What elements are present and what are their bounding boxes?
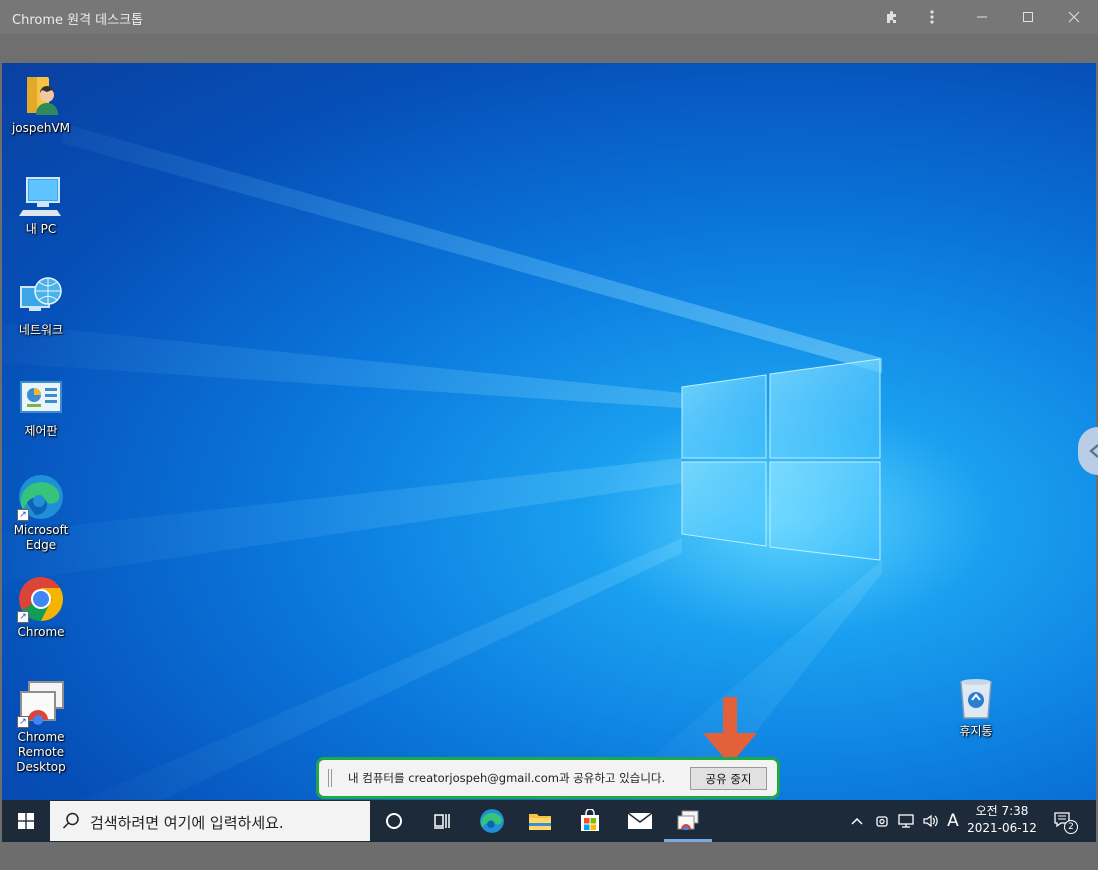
clock-date: 2021-06-12: [967, 821, 1037, 835]
toolbar-strip: [0, 34, 1098, 62]
taskbar-mail-button[interactable]: [616, 800, 664, 842]
remote-desktop-window: Chrome 원격 데스크톱 jospehVM 내 PC 네트워크 제어판 ↗ …: [0, 0, 1098, 870]
taskbar: 검색하려면 여기에 입력하세요. A 오전 7:38 2021-06-12 2: [2, 800, 1096, 842]
user-folder-icon: [17, 71, 65, 119]
network-status-button[interactable]: [896, 800, 916, 842]
maximize-button[interactable]: [1006, 0, 1050, 34]
desktop-icon-control-panel[interactable]: 제어판: [3, 374, 79, 439]
more-vertical-icon: [930, 10, 934, 24]
taskbar-chrome-remote-desktop-button[interactable]: [664, 800, 712, 842]
show-hidden-icons-button[interactable]: [848, 800, 866, 842]
icon-label: jospehVM: [11, 121, 71, 135]
notification-count-badge: 2: [1064, 820, 1078, 834]
stop-sharing-button[interactable]: 공유 중지: [690, 767, 767, 790]
camera-icon: [876, 816, 888, 827]
window-title: Chrome 원격 데스크톱: [12, 13, 144, 28]
drag-grip-icon[interactable]: [328, 769, 332, 787]
wallpaper-light-rays: [2, 123, 882, 800]
search-placeholder: 검색하려면 여기에 입력하세요.: [90, 814, 284, 832]
minimize-icon: [977, 16, 987, 18]
minimize-button[interactable]: [960, 0, 1004, 34]
remote-desktop-screen[interactable]: jospehVM 내 PC 네트워크 제어판 ↗ Microsoft Edge …: [2, 63, 1096, 800]
shortcut-arrow-icon: ↗: [17, 509, 29, 521]
chevron-left-icon: [1089, 444, 1098, 458]
action-center-button[interactable]: 2: [1050, 800, 1078, 842]
chrome-remote-desktop-icon: [677, 810, 699, 830]
edge-icon: [480, 809, 504, 833]
desktop-icon-user-folder[interactable]: jospehVM: [3, 71, 79, 136]
task-view-icon: [434, 814, 450, 829]
extensions-button[interactable]: [870, 0, 914, 34]
maximize-icon: [1023, 12, 1033, 22]
sharing-notification-bar: 내 컴퓨터를 creatorjospeh@gmail.com과 공유하고 있습니…: [316, 757, 780, 799]
cortana-circle-icon: [386, 813, 402, 829]
folder-icon: [529, 814, 551, 830]
close-button[interactable]: [1052, 0, 1096, 34]
edge-icon: ↗: [17, 473, 65, 521]
windows-start-icon: [18, 813, 34, 829]
windows-logo-wallpaper: [681, 358, 881, 561]
icon-label: 내 PC: [25, 222, 57, 236]
desktop-icon-network[interactable]: 네트워크: [3, 273, 79, 338]
icon-label: 제어판: [24, 424, 58, 438]
icon-label: 휴지통: [959, 724, 993, 738]
meet-now-button[interactable]: [872, 800, 892, 842]
cortana-button[interactable]: [370, 800, 418, 842]
ime-indicator[interactable]: A: [944, 800, 962, 842]
icon-label: Microsoft Edge: [13, 523, 69, 552]
taskbar-store-button[interactable]: [566, 800, 614, 842]
chrome-remote-desktop-icon: ↗: [17, 680, 65, 728]
volume-button[interactable]: [920, 800, 942, 842]
desktop-icon-chrome[interactable]: ↗ Chrome: [3, 575, 79, 640]
desktop-icon-chrome-remote-desktop[interactable]: ↗ Chrome Remote Desktop: [3, 680, 79, 775]
taskbar-edge-button[interactable]: [468, 800, 516, 842]
shortcut-arrow-icon: ↗: [17, 611, 29, 623]
close-icon: [1068, 11, 1080, 23]
title-bar: Chrome 원격 데스크톱: [0, 0, 1098, 34]
network-icon: [898, 814, 914, 828]
sharing-message: 내 컴퓨터를 creatorjospeh@gmail.com과 공유하고 있습니…: [348, 771, 666, 785]
computer-icon: [17, 172, 65, 220]
store-bag-icon: [581, 809, 599, 831]
taskbar-search-box[interactable]: 검색하려면 여기에 입력하세요.: [50, 801, 370, 841]
icon-label: Chrome Remote Desktop: [16, 730, 66, 774]
icon-label: 네트워크: [18, 323, 64, 337]
icon-label: Chrome: [17, 625, 65, 639]
speaker-icon: [923, 814, 938, 828]
chevron-up-icon: [851, 817, 863, 825]
shortcut-arrow-icon: ↗: [17, 716, 29, 728]
mail-icon: [627, 812, 653, 829]
recycle-bin-icon: [952, 674, 1000, 722]
task-view-button[interactable]: [418, 800, 466, 842]
desktop-icon-this-pc[interactable]: 내 PC: [3, 172, 79, 237]
start-button[interactable]: [2, 800, 50, 842]
chrome-icon: ↗: [17, 575, 65, 623]
search-icon: [62, 812, 79, 829]
desktop-icon-recycle-bin[interactable]: 휴지통: [938, 674, 1014, 739]
orange-down-arrow-annotation: [703, 697, 757, 765]
control-panel-icon: [17, 374, 65, 422]
network-globe-icon: [17, 273, 65, 321]
window-bottom-strip: [0, 842, 1098, 870]
desktop-icon-edge[interactable]: ↗ Microsoft Edge: [3, 473, 79, 553]
taskbar-clock[interactable]: 오전 7:38 2021-06-12: [964, 803, 1040, 837]
taskbar-file-explorer-button[interactable]: [516, 800, 564, 842]
menu-button[interactable]: [910, 0, 954, 34]
clock-time: 오전 7:38: [975, 804, 1029, 818]
puzzle-icon: [887, 11, 896, 23]
